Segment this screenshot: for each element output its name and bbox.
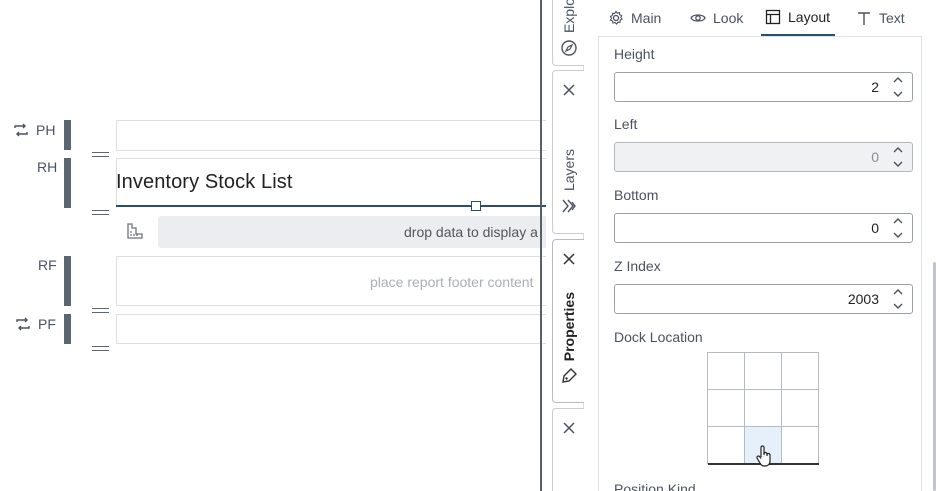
band-label-text: RF (38, 257, 57, 273)
chevron-down-icon[interactable] (892, 88, 904, 100)
layout-properties: Height 2 Left 0 Bottom 0 Z Index 2003 Do… (598, 36, 922, 491)
left-input[interactable]: 0 (614, 142, 913, 172)
tab-look[interactable]: Look (690, 0, 743, 36)
band-label-text: RH (37, 159, 58, 175)
report-footer-band[interactable]: place report footer content (116, 256, 546, 306)
left-value: 0 (871, 149, 879, 165)
report-title[interactable]: Inventory Stock List (116, 171, 293, 194)
dock-cell-top-center[interactable] (744, 352, 782, 390)
repeat-icon (14, 123, 28, 137)
tab-layers-label: Layers (560, 149, 577, 192)
chevron-down-icon[interactable] (892, 158, 904, 170)
dock-cell-middle-left[interactable] (707, 389, 745, 427)
position-kind-label: Position Kind (614, 481, 696, 491)
chevron-up-icon[interactable] (892, 74, 904, 86)
chevron-up-icon[interactable] (892, 215, 904, 227)
properties-panel: Main Look Layout Text Height 2 Left 0 Bo… (584, 0, 936, 491)
bottom-input[interactable]: 0 (614, 213, 913, 243)
dock-cell-bottom-left[interactable] (707, 426, 745, 464)
dock-cell-top-right[interactable] (781, 352, 819, 390)
band-bar-page-header[interactable] (64, 120, 71, 150)
hand-pointer-icon (756, 445, 771, 467)
tab-text-label: Text (879, 10, 905, 26)
tab-layers[interactable]: Layers (552, 70, 584, 234)
tab-layout[interactable]: Layout (761, 0, 836, 36)
dock-cell-fill[interactable] (744, 389, 782, 427)
report-canvas[interactable]: PH RH Inventory Stock List drop data to … (0, 0, 546, 491)
band-label-text: PF (38, 316, 56, 332)
z-index-input[interactable]: 2003 (614, 284, 913, 314)
layout-icon (765, 9, 781, 25)
tab-main[interactable]: Main (608, 0, 661, 36)
panel-tab-bar: Main Look Layout Text (584, 0, 936, 36)
band-bar-page-footer[interactable] (64, 314, 71, 344)
band-label-page-footer[interactable]: PF (14, 315, 56, 333)
z-index-stepper[interactable] (890, 286, 906, 312)
bottom-stepper[interactable] (890, 215, 906, 241)
dock-cell-middle-right[interactable] (781, 389, 819, 427)
side-tab-strip: Explo Layers Properties (546, 0, 584, 491)
chevron-down-icon[interactable] (892, 300, 904, 312)
tab-properties-label: Properties (560, 292, 577, 362)
chevron-down-icon[interactable] (892, 229, 904, 241)
dock-cell-top-left[interactable] (707, 352, 745, 390)
band-label-report-footer[interactable]: RF (38, 257, 57, 273)
z-index-value: 2003 (847, 291, 879, 307)
bottom-value: 0 (871, 220, 879, 236)
dock-location-label: Dock Location (614, 329, 703, 345)
page-header-band[interactable] (116, 120, 546, 151)
tab-look-label: Look (713, 10, 744, 26)
z-index-label: Z Index (614, 258, 661, 274)
tab-properties[interactable]: Properties (552, 239, 584, 403)
band-label-report-header[interactable]: RH (37, 159, 57, 175)
selection-border (116, 205, 546, 207)
band-bar-report-footer[interactable] (64, 256, 71, 306)
tab-main-label: Main (631, 10, 662, 26)
band-resize-handle[interactable] (92, 210, 109, 215)
text-icon (858, 12, 870, 25)
height-label: Height (614, 46, 655, 62)
panel-splitter[interactable] (540, 0, 542, 491)
tab-text[interactable]: Text (856, 0, 905, 36)
gear-icon (609, 10, 623, 25)
close-icon[interactable] (562, 83, 576, 97)
dock-cell-bottom-right[interactable] (781, 426, 819, 464)
close-icon[interactable] (562, 252, 576, 266)
detail-drop-area[interactable]: drop data to display a (158, 216, 546, 248)
band-label-page-header[interactable]: PH (12, 121, 55, 139)
band-resize-handle[interactable] (92, 152, 109, 157)
height-value: 2 (871, 79, 879, 95)
tab-explorer-label: Explo (560, 0, 577, 33)
band-bar-report-header[interactable] (64, 158, 71, 208)
tab-explorer[interactable]: Explo (552, 0, 584, 66)
band-label-text: PH (36, 122, 56, 138)
band-resize-handle[interactable] (92, 346, 109, 351)
page-footer-band[interactable] (116, 314, 546, 344)
eye-icon (690, 14, 706, 22)
chevron-up-icon[interactable] (892, 286, 904, 298)
chevron-up-icon[interactable] (892, 144, 904, 156)
layers-icon (561, 199, 576, 213)
close-icon[interactable] (562, 421, 576, 435)
tag-icon (561, 368, 577, 384)
height-stepper[interactable] (890, 74, 906, 100)
height-input[interactable]: 2 (614, 72, 913, 102)
repeat-icon (16, 317, 30, 331)
band-resize-handle[interactable] (92, 308, 109, 313)
tab-layout-label: Layout (788, 9, 831, 25)
compass-icon (560, 40, 577, 56)
tab-extra[interactable] (552, 408, 584, 491)
ruler-icon (127, 223, 143, 239)
selection-resize-handle[interactable] (471, 201, 481, 211)
left-label: Left (614, 116, 638, 132)
left-stepper[interactable] (890, 144, 906, 170)
bottom-label: Bottom (614, 187, 659, 203)
